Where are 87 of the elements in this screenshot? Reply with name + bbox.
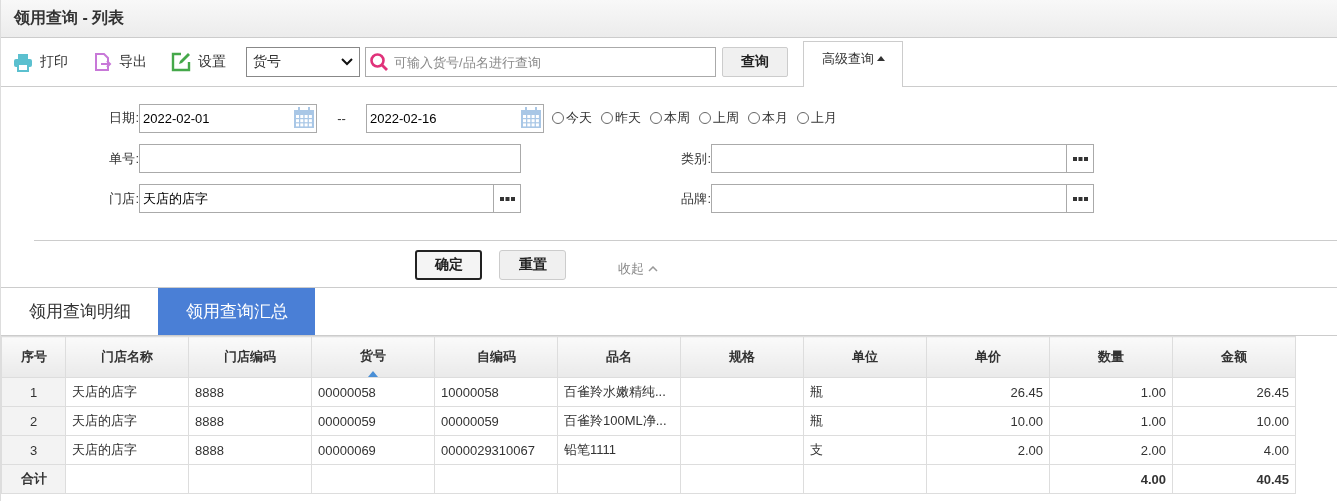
calendar-icon[interactable] bbox=[293, 106, 315, 129]
column-header[interactable]: 数量 bbox=[1049, 336, 1173, 378]
reset-button[interactable]: 重置 bbox=[499, 250, 566, 280]
edit-icon bbox=[171, 52, 191, 72]
radio-option[interactable]: 上月 bbox=[797, 109, 837, 127]
table-cell: 00000059 bbox=[311, 406, 435, 436]
table-cell: 铅笔1111 bbox=[557, 435, 681, 465]
field-select[interactable]: 货号 bbox=[246, 47, 360, 77]
table-cell: 1.00 bbox=[1049, 406, 1173, 436]
table-cell: 00000058 bbox=[311, 377, 435, 407]
column-header[interactable]: 货号 bbox=[311, 336, 435, 378]
radio-option[interactable]: 昨天 bbox=[601, 109, 641, 127]
table-cell: 瓶 bbox=[803, 377, 927, 407]
column-header[interactable]: 单位 bbox=[803, 336, 927, 378]
confirm-button[interactable]: 确定 bbox=[415, 250, 482, 280]
advanced-query-tab[interactable]: 高级查询 bbox=[803, 41, 903, 87]
column-header[interactable]: 门店名称 bbox=[65, 336, 189, 378]
toolbar-button[interactable]: 设置 bbox=[171, 52, 226, 72]
sort-arrow-icon bbox=[368, 371, 378, 377]
column-header[interactable]: 序号 bbox=[1, 336, 66, 378]
tab[interactable]: 领用查询汇总 bbox=[158, 288, 315, 335]
window-title: 领用查询 - 列表 bbox=[14, 8, 125, 28]
column-header[interactable]: 规格 bbox=[680, 336, 804, 378]
table-cell: 天店的店字 bbox=[65, 406, 189, 436]
radio-option[interactable]: 上周 bbox=[699, 109, 739, 127]
total-cell: 4.00 bbox=[1049, 464, 1173, 494]
radio-option[interactable]: 本周 bbox=[650, 109, 690, 127]
row-number: 3 bbox=[1, 435, 66, 465]
field-label: 品牌: bbox=[680, 189, 711, 208]
date-field[interactable]: 2022-02-16 bbox=[366, 103, 544, 133]
column-header[interactable]: 单价 bbox=[926, 336, 1050, 378]
field-label: 门店: bbox=[108, 189, 139, 208]
printer-icon bbox=[13, 52, 33, 72]
text-field[interactable] bbox=[711, 184, 1094, 213]
toolbar-button[interactable]: 打印 bbox=[13, 52, 68, 72]
column-header[interactable]: 门店编码 bbox=[188, 336, 312, 378]
column-header[interactable]: 品名 bbox=[557, 336, 681, 378]
more-icon bbox=[1072, 156, 1088, 161]
date-field[interactable]: 2022-02-01 bbox=[139, 103, 317, 133]
row-number: 2 bbox=[1, 406, 66, 436]
table-cell: 4.00 bbox=[1172, 435, 1296, 465]
table-cell: 8888 bbox=[188, 406, 312, 436]
table-cell: 10.00 bbox=[926, 406, 1050, 436]
chevron-down-icon bbox=[341, 58, 353, 66]
field-label: 类别: bbox=[680, 149, 711, 168]
chevron-up-icon bbox=[648, 266, 658, 272]
table-cell: 1.00 bbox=[1049, 377, 1173, 407]
range-separator: -- bbox=[336, 110, 347, 126]
search-icon bbox=[369, 52, 389, 72]
query-button[interactable]: 查询 bbox=[722, 47, 788, 77]
table-cell: 00000059 bbox=[434, 406, 558, 436]
table-cell: 百雀羚100ML净... bbox=[557, 406, 681, 436]
table-cell: 00000069 bbox=[311, 435, 435, 465]
table-cell: 26.45 bbox=[1172, 377, 1296, 407]
column-header[interactable]: 自编码 bbox=[434, 336, 558, 378]
caret-icon bbox=[876, 56, 885, 61]
calendar-icon[interactable] bbox=[520, 106, 542, 129]
text-field[interactable]: 天店的店字 bbox=[139, 184, 521, 213]
collapse-link[interactable]: 收起 bbox=[618, 260, 658, 278]
totals-label: 合计 bbox=[1, 464, 66, 494]
table-cell: 瓶 bbox=[803, 406, 927, 436]
radio-option[interactable]: 今天 bbox=[552, 109, 592, 127]
table-cell: 10.00 bbox=[1172, 406, 1296, 436]
table-cell: 10000058 bbox=[434, 377, 558, 407]
table-cell: 天店的店字 bbox=[65, 435, 189, 465]
table-cell: 天店的店字 bbox=[65, 377, 189, 407]
field-label: 日期: bbox=[108, 109, 139, 127]
table-cell: 0000029310067 bbox=[434, 435, 558, 465]
table-cell: 8888 bbox=[188, 377, 312, 407]
table-cell: 支 bbox=[803, 435, 927, 465]
row-number: 1 bbox=[1, 377, 66, 407]
column-header[interactable]: 金额 bbox=[1172, 336, 1296, 378]
text-field[interactable] bbox=[139, 144, 521, 173]
toolbar-button[interactable]: 导出 bbox=[92, 52, 147, 72]
export-icon bbox=[92, 52, 112, 72]
table-cell: 2.00 bbox=[926, 435, 1050, 465]
table-cell: 2.00 bbox=[1049, 435, 1173, 465]
field-label: 单号: bbox=[108, 149, 139, 168]
more-icon bbox=[1072, 196, 1088, 201]
table-cell: 8888 bbox=[188, 435, 312, 465]
radio-option[interactable]: 本月 bbox=[748, 109, 788, 127]
table-cell: 26.45 bbox=[926, 377, 1050, 407]
total-cell: 40.45 bbox=[1172, 464, 1296, 494]
more-icon bbox=[499, 196, 515, 201]
text-field[interactable] bbox=[711, 144, 1094, 173]
table-cell: 百雀羚水嫩精纯... bbox=[557, 377, 681, 407]
search-field[interactable]: 可输入货号/品名进行查询 bbox=[365, 47, 716, 77]
